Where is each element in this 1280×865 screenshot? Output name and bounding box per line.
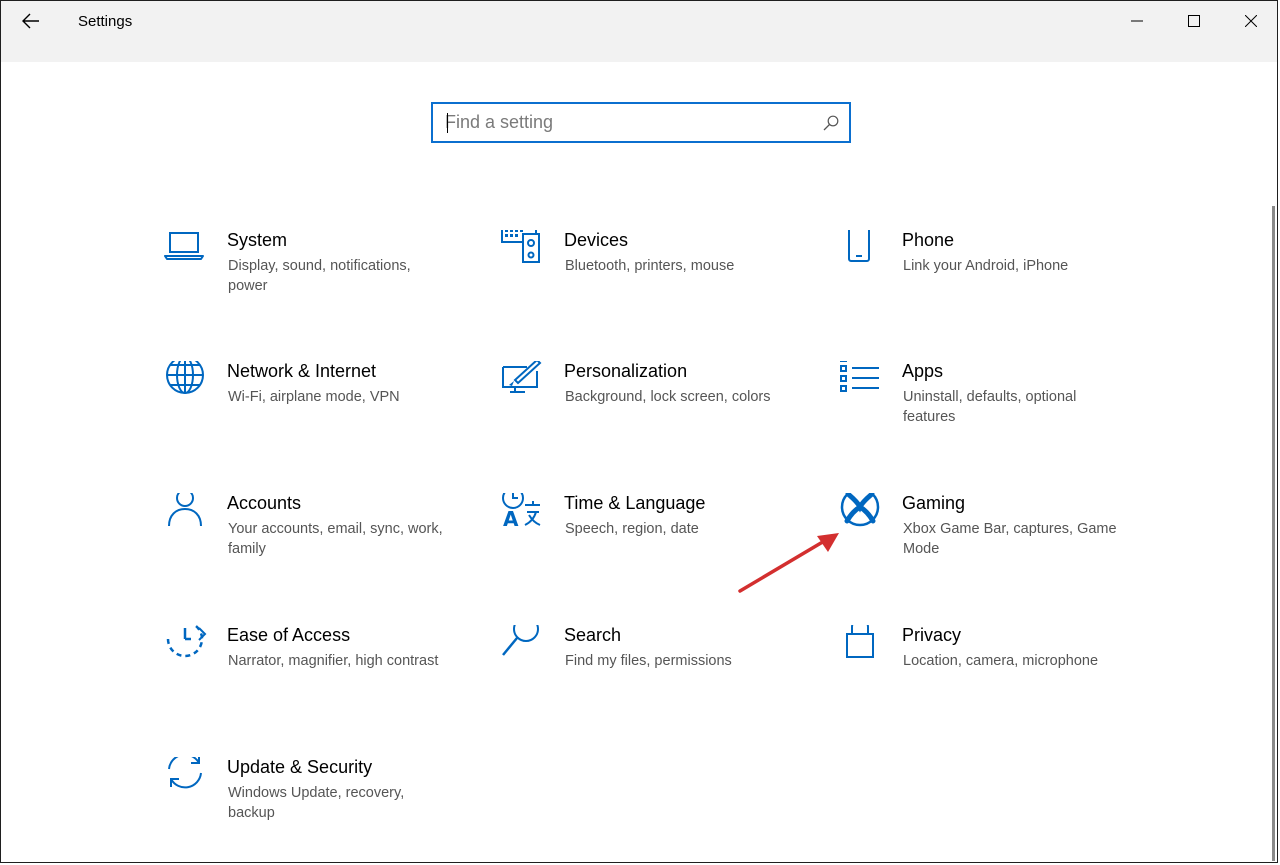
tile-title: Time & Language bbox=[564, 493, 706, 513]
ease-of-access-icon bbox=[166, 625, 207, 658]
person-icon bbox=[168, 493, 202, 527]
tile-title: Accounts bbox=[227, 493, 302, 513]
clock-language-icon: A bbox=[502, 493, 541, 531]
tile-description: Narrator, magnifier, high contrast bbox=[228, 653, 439, 669]
tile-title: Privacy bbox=[902, 625, 962, 645]
settings-window: Settings System D bbox=[0, 0, 1278, 863]
tile-accounts[interactable]: Accounts Your accounts, email, sync, wor… bbox=[164, 493, 464, 593]
tile-devices[interactable]: Devices Bluetooth, printers, mouse bbox=[501, 230, 801, 330]
tile-description: Link your Android, iPhone bbox=[903, 258, 1069, 274]
tile-gaming[interactable]: Gaming Xbox Game Bar, captures, Game Mod… bbox=[839, 493, 1139, 593]
tile-search[interactable]: Search Find my files, permissions bbox=[501, 625, 801, 725]
scrollbar[interactable] bbox=[1272, 206, 1275, 861]
maximize-button[interactable] bbox=[1166, 1, 1222, 41]
tile-title: Phone bbox=[902, 230, 955, 250]
tile-description: Background, lock screen, colors bbox=[565, 389, 771, 405]
tile-description: Display, sound, notifications, power bbox=[228, 258, 411, 294]
minimize-button[interactable] bbox=[1109, 1, 1165, 41]
tile-apps[interactable]: Apps Uninstall, defaults, optional featu… bbox=[839, 361, 1139, 461]
tile-title: Ease of Access bbox=[227, 625, 351, 645]
tile-update-security[interactable]: Update & Security Windows Update, recove… bbox=[164, 757, 464, 857]
tile-network-internet[interactable]: Network & Internet Wi-Fi, airplane mode,… bbox=[164, 361, 464, 461]
sync-arrows-icon bbox=[168, 757, 202, 789]
title-bar: Settings bbox=[1, 1, 1277, 62]
tile-title: Gaming bbox=[902, 493, 966, 513]
close-button[interactable] bbox=[1223, 1, 1279, 41]
tile-privacy[interactable]: Privacy Location, camera, microphone bbox=[839, 625, 1139, 725]
tile-title: Devices bbox=[564, 230, 629, 250]
search-input[interactable] bbox=[445, 104, 805, 141]
tile-title: Network & Internet bbox=[227, 361, 377, 381]
search-icon[interactable] bbox=[823, 115, 839, 131]
maximize-icon bbox=[1188, 15, 1200, 27]
minimize-icon bbox=[1131, 20, 1143, 22]
tile-description: Location, camera, microphone bbox=[903, 653, 1099, 669]
apps-list-icon bbox=[840, 361, 879, 392]
tile-description: Uninstall, defaults, optional features bbox=[903, 389, 1077, 425]
laptop-icon bbox=[164, 232, 204, 260]
tile-description: Bluetooth, printers, mouse bbox=[565, 258, 735, 274]
window-title: Settings bbox=[78, 13, 133, 30]
lock-icon bbox=[846, 625, 874, 658]
svg-text:A: A bbox=[503, 507, 519, 531]
tile-description: Find my files, permissions bbox=[565, 653, 732, 669]
tile-description: Windows Update, recovery, backup bbox=[228, 785, 405, 821]
tile-title: Apps bbox=[902, 361, 944, 381]
tile-system[interactable]: System Display, sound, notifications, po… bbox=[164, 230, 464, 330]
tile-title: Personalization bbox=[564, 361, 688, 381]
tile-phone[interactable]: Phone Link your Android, iPhone bbox=[839, 230, 1139, 330]
globe-icon bbox=[166, 361, 204, 394]
keyboard-speaker-icon bbox=[501, 230, 540, 263]
tile-ease-of-access[interactable]: Ease of Access Narrator, magnifier, high… bbox=[164, 625, 464, 725]
phone-icon bbox=[848, 230, 870, 262]
tile-description: Xbox Game Bar, captures, Game Mode bbox=[903, 521, 1117, 557]
tile-description: Wi-Fi, airplane mode, VPN bbox=[228, 389, 400, 405]
tile-title: System bbox=[227, 230, 288, 250]
tile-title: Search bbox=[564, 625, 622, 645]
tile-personalization[interactable]: Personalization Background, lock screen,… bbox=[501, 361, 801, 461]
magnifier-icon bbox=[502, 625, 539, 656]
search-box[interactable] bbox=[431, 102, 851, 143]
tile-title: Update & Security bbox=[227, 757, 373, 777]
back-arrow-icon bbox=[22, 13, 39, 29]
back-button[interactable] bbox=[15, 7, 47, 35]
text-caret bbox=[447, 113, 448, 133]
close-icon bbox=[1245, 15, 1257, 27]
tile-description: Your accounts, email, sync, work, family bbox=[228, 521, 443, 557]
paint-brush-icon bbox=[502, 361, 542, 393]
red-arrow-icon bbox=[738, 533, 839, 593]
